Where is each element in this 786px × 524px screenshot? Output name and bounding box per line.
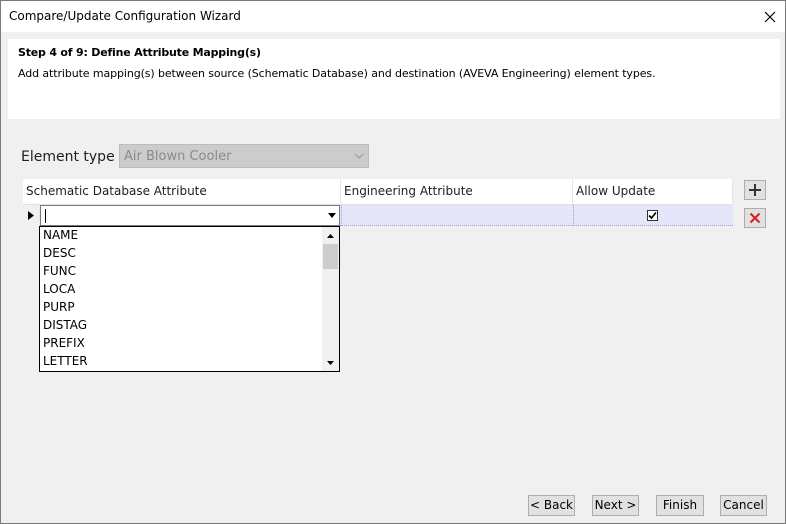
column-header-engineering[interactable]: Engineering Attribute bbox=[341, 179, 573, 205]
close-button[interactable] bbox=[755, 1, 785, 32]
dropdown-option[interactable]: PURP bbox=[43, 300, 75, 318]
chevron-down-icon bbox=[354, 153, 364, 159]
dropdown-option[interactable]: DESC bbox=[43, 246, 76, 264]
step-title: Step 4 of 9: Define Attribute Mapping(s) bbox=[18, 46, 261, 59]
finish-button[interactable]: Finish bbox=[656, 495, 704, 516]
grid-header: Schematic Database Attribute Engineering… bbox=[23, 179, 733, 205]
dropdown-option[interactable]: LETTER bbox=[43, 354, 88, 372]
scroll-up-button[interactable] bbox=[322, 227, 339, 244]
schematic-attribute-combobox[interactable] bbox=[40, 205, 340, 226]
element-type-label: Element type bbox=[21, 149, 115, 165]
cell-divider bbox=[341, 205, 342, 226]
element-type-combobox: Air Blown Cooler bbox=[119, 144, 369, 168]
scroll-thumb[interactable] bbox=[323, 244, 338, 269]
scroll-down-icon bbox=[327, 360, 334, 365]
title-bar: Compare/Update Configuration Wizard bbox=[1, 1, 785, 32]
delete-x-icon bbox=[749, 212, 761, 224]
dropdown-arrow-icon[interactable] bbox=[328, 213, 336, 218]
plus-icon bbox=[749, 184, 761, 196]
row-pointer-icon bbox=[23, 205, 39, 226]
dropdown-option[interactable]: PREFIX bbox=[43, 336, 85, 354]
allow-update-checkbox[interactable] bbox=[647, 210, 658, 221]
dropdown-option[interactable]: NAME bbox=[43, 228, 78, 246]
attribute-mapping-grid: Schematic Database Attribute Engineering… bbox=[23, 179, 733, 227]
cell-divider bbox=[573, 205, 574, 226]
close-icon bbox=[764, 11, 776, 22]
text-caret bbox=[45, 209, 46, 223]
scroll-down-button[interactable] bbox=[322, 354, 339, 371]
dropdown-option[interactable]: FUNC bbox=[43, 264, 76, 282]
checkmark-icon bbox=[648, 211, 657, 220]
table-row[interactable] bbox=[23, 205, 733, 226]
next-button[interactable]: Next > bbox=[592, 495, 639, 516]
wizard-window: Compare/Update Configuration Wizard Step… bbox=[0, 0, 786, 524]
attribute-dropdown-list[interactable]: NAME DESC FUNC LOCA PURP DISTAG PREFIX L… bbox=[39, 226, 340, 372]
column-header-schematic[interactable]: Schematic Database Attribute bbox=[23, 179, 341, 205]
column-header-allow-update[interactable]: Allow Update bbox=[573, 179, 733, 205]
window-title: Compare/Update Configuration Wizard bbox=[9, 9, 241, 23]
step-description: Add attribute mapping(s) between source … bbox=[18, 67, 656, 80]
delete-mapping-button[interactable] bbox=[744, 208, 766, 228]
back-button[interactable]: < Back bbox=[528, 495, 575, 516]
dropdown-scrollbar[interactable] bbox=[322, 227, 339, 371]
add-mapping-button[interactable] bbox=[744, 180, 766, 200]
cancel-button[interactable]: Cancel bbox=[720, 495, 767, 516]
dropdown-option[interactable]: LOCA bbox=[43, 282, 75, 300]
dropdown-option[interactable]: DISTAG bbox=[43, 318, 87, 336]
element-type-value: Air Blown Cooler bbox=[124, 149, 232, 164]
step-header-panel: Step 4 of 9: Define Attribute Mapping(s)… bbox=[8, 39, 780, 119]
scroll-up-icon bbox=[327, 233, 334, 238]
